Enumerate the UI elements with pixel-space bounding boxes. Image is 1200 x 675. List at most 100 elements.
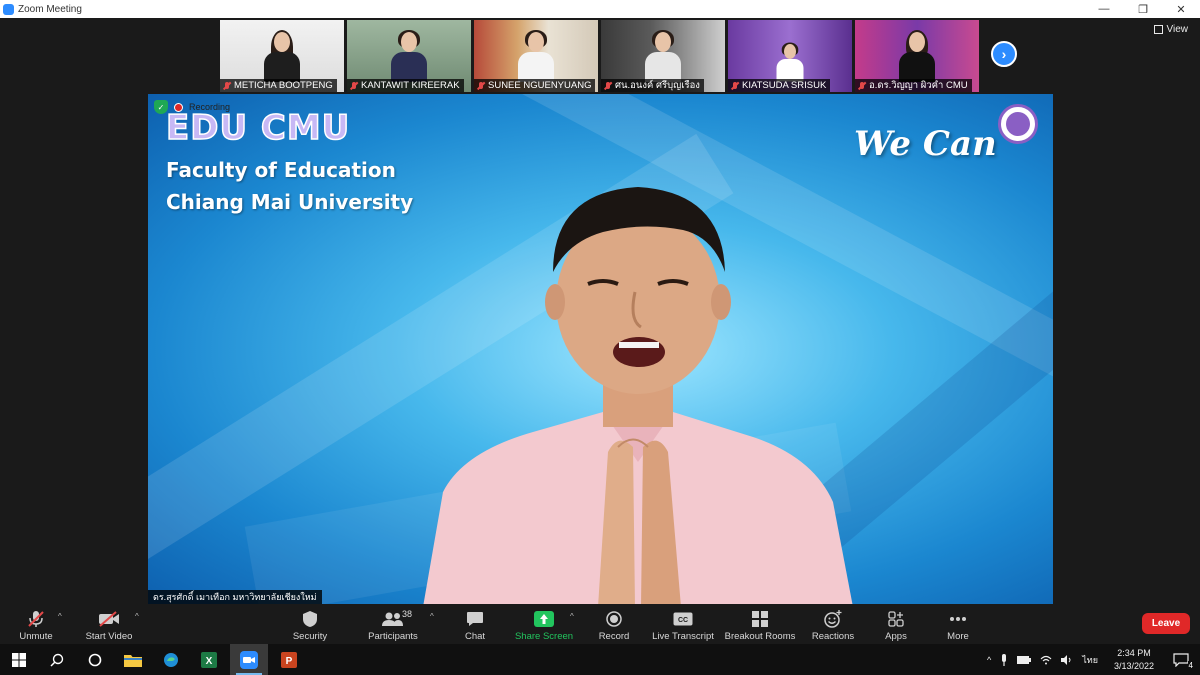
record-button[interactable]: Record <box>597 606 631 642</box>
zoom-taskbar-button[interactable] <box>230 644 268 675</box>
clock-time: 2:34 PM <box>1117 648 1151 658</box>
participant-name: KIATSUDA SRISUK <box>742 80 827 91</box>
live-transcript-button[interactable]: CC Live Transcript <box>650 606 716 642</box>
more-button[interactable]: More <box>944 606 972 642</box>
university-seal-icon <box>998 104 1038 144</box>
record-icon <box>601 609 627 629</box>
powerpoint-icon: P <box>281 651 297 668</box>
security-label: Security <box>292 631 328 642</box>
record-label: Record <box>598 631 630 642</box>
participant-thumbnail[interactable]: KANTAWIT KIREERAK <box>347 20 471 92</box>
breakout-grid-icon <box>747 609 773 629</box>
folder-icon <box>124 654 142 667</box>
chat-bubble-icon <box>462 609 488 629</box>
participants-label: Participants <box>368 631 418 642</box>
chat-button[interactable]: Chat <box>460 606 490 642</box>
speaker-name: ดร.สุรศักดิ์ เมาเทือก มหาวิทยาลัยเชียงให… <box>153 592 317 602</box>
edu-cmu-logo: EDU CMU <box>165 107 351 149</box>
minimize-button[interactable]: — <box>1085 0 1123 18</box>
powerpoint-button[interactable]: P <box>270 644 308 675</box>
participant-name-tag: KANTAWIT KIREERAK <box>347 79 464 92</box>
restore-button[interactable]: ❐ <box>1124 0 1162 18</box>
participant-name-tag: SUNEE NGUENYUANG <box>474 79 596 92</box>
chat-label: Chat <box>464 631 486 642</box>
participant-thumbnail[interactable]: ศน.อนงค์ ศรีบุญเรือง <box>601 20 725 92</box>
ellipsis-icon <box>945 609 971 629</box>
notifications-button[interactable]: 4 <box>1162 644 1200 675</box>
participant-name: METICHA BOOTPENG <box>234 80 333 91</box>
wifi-icon[interactable] <box>1040 655 1052 665</box>
share-screen-label: Share Screen <box>514 631 574 642</box>
breakout-rooms-label: Breakout Rooms <box>724 631 796 642</box>
mic-muted-icon <box>477 81 485 90</box>
meeting-toolbar: Unmute ^ Start Video ^ Security 38 Parti… <box>0 604 1200 644</box>
close-window-button[interactable]: ✕ <box>1162 0 1200 18</box>
language-indicator[interactable]: ไทย <box>1082 653 1098 667</box>
breakout-rooms-button[interactable]: Breakout Rooms <box>724 606 796 642</box>
chevron-right-icon: › <box>1001 46 1007 62</box>
participant-video <box>643 30 683 82</box>
audio-options-caret[interactable]: ^ <box>58 612 62 621</box>
unmute-button[interactable]: Unmute <box>16 606 56 642</box>
search-button[interactable] <box>38 644 76 675</box>
cortana-button[interactable] <box>76 644 114 675</box>
mic-muted-icon <box>350 81 358 90</box>
next-page-button[interactable]: › <box>991 41 1017 67</box>
background-faculty-text: Faculty of Education <box>166 158 396 182</box>
start-button[interactable] <box>0 644 38 675</box>
svg-text:X: X <box>206 656 213 667</box>
participant-thumbnail[interactable]: KIATSUDA SRISUK <box>728 20 852 92</box>
reactions-button[interactable]: Reactions <box>810 606 856 642</box>
excel-icon: X <box>201 651 217 668</box>
view-grid-icon <box>1153 25 1163 34</box>
speaker-volume-icon[interactable] <box>1061 654 1073 665</box>
edge-icon <box>164 652 178 667</box>
system-clock[interactable]: 2:34 PM 3/13/2022 <box>1114 647 1154 673</box>
leave-button[interactable]: Leave <box>1142 613 1190 634</box>
file-explorer-button[interactable] <box>114 644 152 675</box>
meeting-stage: METICHA BOOTPENG KANTAWIT KIREERAK SUNEE… <box>0 18 1200 604</box>
participant-video <box>775 42 805 82</box>
participant-name-tag: KIATSUDA SRISUK <box>728 79 831 92</box>
apps-label: Apps <box>885 631 907 642</box>
windows-taskbar: X P ^ ไทย 2:34 PM 3/13/2022 4 <box>0 644 1200 675</box>
participant-name: ศน.อนงค์ ศรีบุญเรือง <box>615 80 700 91</box>
security-button[interactable]: Security <box>290 606 330 642</box>
video-options-caret[interactable]: ^ <box>135 612 139 621</box>
mic-muted-icon <box>23 609 49 629</box>
video-off-icon <box>96 609 122 629</box>
participant-name-tag: อ.ดร.วิญญา ผิวคำ CMU <box>855 79 972 92</box>
participant-thumbnail[interactable]: อ.ดร.วิญญา ผิวคำ CMU <box>855 20 979 92</box>
participant-video <box>516 30 556 82</box>
participant-thumbnails: METICHA BOOTPENG KANTAWIT KIREERAK SUNEE… <box>220 20 979 92</box>
view-button[interactable]: View <box>1153 24 1188 35</box>
battery-icon[interactable] <box>1017 655 1032 664</box>
zoom-app-icon <box>3 3 14 15</box>
windows-logo-icon <box>12 652 26 667</box>
share-screen-button[interactable]: Share Screen <box>515 606 573 642</box>
chevron-up-icon[interactable]: ^ <box>987 655 991 665</box>
microphone-icon[interactable] <box>1000 653 1008 666</box>
share-options-caret[interactable]: ^ <box>570 612 574 621</box>
zoom-icon <box>240 650 258 669</box>
window-titlebar: Zoom Meeting — ❐ ✕ <box>0 0 1200 18</box>
search-icon <box>50 653 64 667</box>
apps-button[interactable]: Apps <box>882 606 910 642</box>
participants-options-caret[interactable]: ^ <box>430 612 434 621</box>
participant-video <box>897 30 937 82</box>
participant-name: SUNEE NGUENYUANG <box>488 80 592 91</box>
edge-browser-button[interactable] <box>152 644 190 675</box>
start-video-button[interactable]: Start Video <box>82 606 136 642</box>
closed-caption-icon: CC <box>670 609 696 629</box>
participants-icon: 38 <box>380 609 412 629</box>
cortana-circle-icon <box>88 653 102 666</box>
speaker-name-tag: ดร.สุรศักดิ์ เมาเทือก มหาวิทยาลัยเชียงให… <box>148 590 322 604</box>
participants-button[interactable]: 38 Participants <box>365 606 421 642</box>
excel-button[interactable]: X <box>190 644 228 675</box>
participant-video <box>389 30 429 82</box>
mic-muted-icon <box>604 81 612 90</box>
participant-thumbnail[interactable]: SUNEE NGUENYUANG <box>474 20 598 92</box>
mic-muted-icon <box>858 81 866 90</box>
participant-thumbnail[interactable]: METICHA BOOTPENG <box>220 20 344 92</box>
background-slogan: We Can <box>854 124 997 164</box>
